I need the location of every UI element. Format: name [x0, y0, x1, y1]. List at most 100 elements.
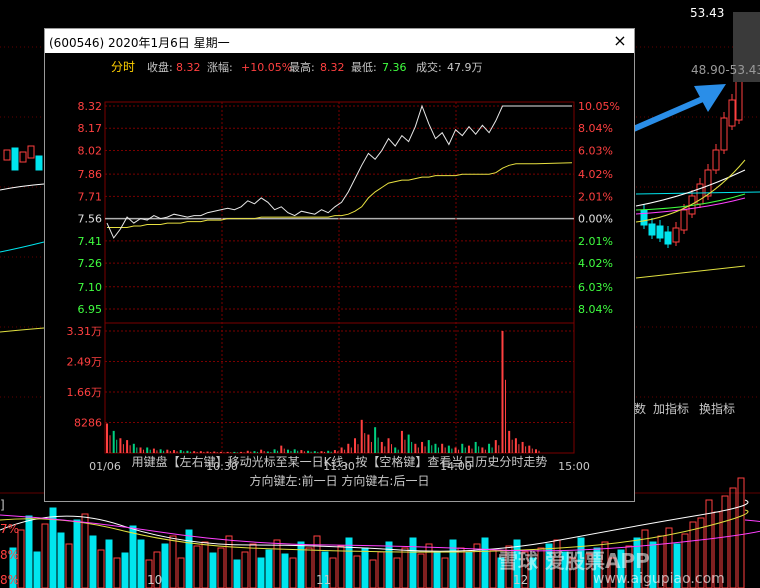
- bg-volume-bar: [457, 547, 465, 588]
- bg-volume-bar: [225, 535, 233, 588]
- bg-volume-bar: [73, 519, 81, 588]
- price-tick-label: 7.71: [78, 190, 103, 203]
- price-tick-label: 8.17: [78, 122, 103, 135]
- bg-volume-bar: [65, 543, 73, 588]
- pct-tick-label: 2.01%: [578, 190, 613, 203]
- left-pct-2: 8%: [0, 548, 20, 562]
- bg-volume-bar: [353, 555, 361, 588]
- bg-volume-bar: [185, 529, 193, 588]
- bg-volume-bar: [265, 549, 273, 588]
- bg-volume-bar: [177, 557, 185, 588]
- pct-tick-label: 4.02%: [578, 168, 613, 181]
- bg-volume-bar: [257, 557, 265, 588]
- bg-volume-bar: [729, 487, 737, 588]
- popup-titlebar[interactable]: (600546) 2020年1月6日 星期一 ×: [45, 29, 634, 53]
- bg-volume-bar: [233, 559, 241, 588]
- bg-candle: [704, 169, 712, 197]
- bg-candle: [3, 149, 11, 161]
- bg-volume-bar: [441, 557, 449, 588]
- change-indicator-button[interactable]: 换指标: [699, 400, 735, 417]
- price-tick-label: 7.41: [78, 235, 103, 248]
- pct-tick-label: 6.03%: [578, 281, 613, 294]
- bg-volume-bar: [161, 543, 169, 588]
- volume-tick-label: 3.31万: [67, 325, 103, 338]
- bg-candle: [728, 99, 736, 127]
- bg-candle: [648, 223, 656, 236]
- volume-box-label: ]: [0, 498, 5, 512]
- pct-tick-label: 2.01%: [578, 235, 613, 248]
- bg-candle: [735, 75, 743, 121]
- bg-volume-bar: [57, 532, 65, 588]
- bg-volume-bar: [425, 543, 433, 588]
- bg-candle: [640, 209, 648, 226]
- bg-volume-bar: [81, 513, 89, 588]
- close-value: 8.32: [176, 61, 201, 74]
- bg-volume-bar: [41, 523, 49, 588]
- pct-tick-label: 8.04%: [578, 303, 613, 316]
- intraday-popup-window[interactable]: (600546) 2020年1月6日 星期一 × 分时 收盘: 8.32 涨幅:…: [44, 28, 635, 502]
- bg-volume-bar: [25, 515, 33, 588]
- bg-ma-line: [0, 327, 45, 333]
- bg-volume-bar: [289, 557, 297, 588]
- bg-volume-bar: [97, 549, 105, 588]
- price-tick-label: 6.95: [78, 303, 103, 316]
- bg-volume-bar: [465, 551, 473, 588]
- bg-volume-bar: [449, 539, 457, 588]
- volume-tick-label: 1.66万: [67, 386, 103, 399]
- low-value: 7.36: [382, 61, 407, 74]
- bg-candle: [19, 151, 27, 163]
- price-tick-label: 7.56: [78, 213, 103, 226]
- bg-volume-bar: [433, 551, 441, 588]
- close-label: 收盘:: [147, 60, 173, 74]
- bg-volume-bar: [737, 477, 745, 588]
- bg-candle: [35, 155, 43, 171]
- bg-volume-bar: [137, 539, 145, 588]
- pct-tick-label: 4.02%: [578, 257, 613, 270]
- watermark: 雪球 爱股票APP: [498, 549, 650, 573]
- date-tick-10: 10: [147, 573, 163, 587]
- bg-ma-line: [0, 241, 45, 253]
- keyboard-hint: 用键盘【左右键】移动光标至某一日K线，按【空格键】查看当日历史分时走势: [131, 455, 548, 469]
- high-value: 8.32: [320, 61, 345, 74]
- date-tick-12: 12: [513, 573, 529, 587]
- price-tick-label: 8.32: [78, 100, 103, 113]
- volume-tick-label: 2.49万: [67, 356, 103, 369]
- bg-volume-bar: [409, 537, 417, 588]
- pct-tick-label: 10.05%: [578, 100, 620, 113]
- left-pct-3: 8%: [0, 573, 20, 587]
- bg-candle: [656, 225, 664, 239]
- bg-volume-bar: [201, 541, 209, 588]
- bg-volume-bar: [281, 553, 289, 588]
- left-pct-1: 7%: [0, 522, 20, 536]
- bg-volume-bar: [121, 552, 129, 588]
- bg-volume-bar: [217, 547, 225, 588]
- toolbar-item-data[interactable]: 数: [634, 400, 646, 417]
- bg-volume-bar: [249, 543, 257, 588]
- change-label: 涨幅:: [207, 61, 233, 74]
- watermark-url: www.aigupiao.com: [593, 571, 725, 587]
- price-tick-label: 7.86: [78, 168, 103, 181]
- fenshi-label: 分时: [111, 60, 135, 74]
- bg-candle: [27, 145, 35, 159]
- date-tick-11: 11: [316, 573, 332, 587]
- bg-volume-bar: [169, 535, 177, 588]
- bg-candle: [680, 209, 688, 231]
- bg-volume-bar: [361, 547, 369, 588]
- add-indicator-button[interactable]: 加指标: [653, 400, 689, 417]
- close-button[interactable]: ×: [610, 31, 630, 51]
- bg-volume-bar: [417, 553, 425, 588]
- volume-tick-label: 8286: [74, 417, 102, 430]
- price-tick-label: 8.02: [78, 144, 103, 157]
- bg-candle: [672, 227, 680, 243]
- bg-candle: [11, 147, 19, 171]
- bg-ma-line: [635, 265, 746, 279]
- bg-volume-bar: [393, 557, 401, 588]
- bg-candle: [664, 231, 672, 245]
- bg-volume-bar: [401, 547, 409, 588]
- keyboard-nav-hint: 方向键左:前一日 方向键右:后一日: [249, 474, 430, 488]
- intraday-chart[interactable]: 分时 收盘: 8.32 涨幅: +10.05% 最高: 8.32 最低: 7.3…: [45, 53, 634, 501]
- price-top-label: 53.43: [690, 6, 725, 20]
- avg-price-line-ext: [535, 162, 573, 165]
- price-tick-label: 7.10: [78, 281, 103, 294]
- low-label: 最低:: [351, 61, 377, 74]
